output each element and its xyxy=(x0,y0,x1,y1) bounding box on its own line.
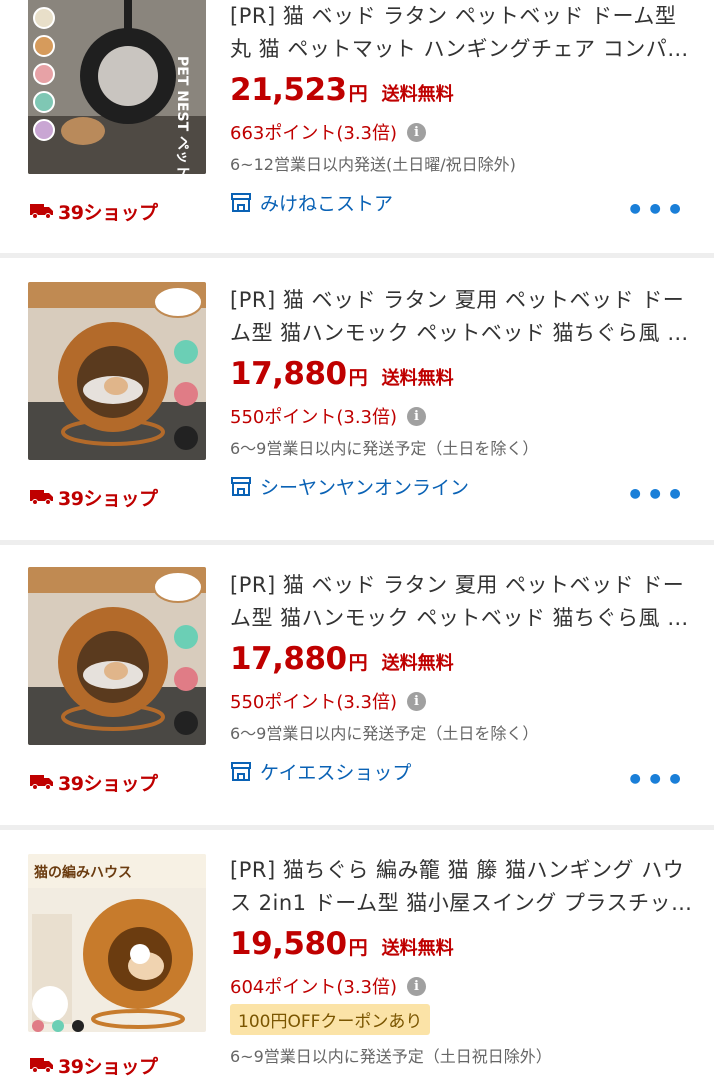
product-title[interactable]: [PR] 猫 ベッド ラタン 夏用 ペットベッド ドーム型 猫ハンモック ペット… xyxy=(230,569,694,635)
points: 604ポイント(3.3倍) xyxy=(230,977,398,998)
price: 17,880 xyxy=(230,641,347,677)
free-shipping: 送料無料 xyxy=(381,84,454,105)
points-row: 604ポイント(3.3倍) i xyxy=(230,970,694,1002)
shop-row[interactable]: シーヤンヤンオンライン xyxy=(230,468,694,504)
info-icon[interactable]: i xyxy=(407,691,427,711)
points-row: 663ポイント(3.3倍) i xyxy=(230,116,694,148)
price: 21,523 xyxy=(230,72,347,108)
product-info: [PR] 猫 ベッド ラタン 夏用 ペットベッド ドーム型 猫ハンモック ペット… xyxy=(230,284,694,504)
currency: 円 xyxy=(348,83,368,105)
price-row: 17,880 円 送料無料 xyxy=(230,356,694,400)
product-card[interactable]: 39ショップ [PR] 猫 ベッド ラタン 夏用 ペットベッド ドーム型 猫ハン… xyxy=(0,545,714,825)
points-row: 550ポイント(3.3倍) i xyxy=(230,685,694,717)
product-title[interactable]: [PR] 猫 ベッド ラタン 夏用 ペットベッド ドーム型 猫ハンモック ペット… xyxy=(230,284,694,350)
badge-label: 39ショップ xyxy=(58,772,158,795)
shop-39-badge: 39ショップ xyxy=(30,1052,158,1078)
delivery-info: 6~12営業日以内発送(土日曜/祝日除外) xyxy=(230,155,516,174)
product-image[interactable]: 猫の編みハウス xyxy=(28,854,206,1032)
shop-name[interactable]: みけねこストア xyxy=(260,189,393,216)
product-card[interactable]: 猫の編みハウス 39ショップ [PR] 猫ちぐら 編み籠 猫 籐 猫ハンギング … xyxy=(0,830,714,1080)
product-card[interactable]: 39ショップ [PR] 猫 ベッド ラタン 夏用 ペットベッド ドーム型 猫ハン… xyxy=(0,258,714,540)
badge-label: 39ショップ xyxy=(58,1055,158,1078)
product-image-text: 猫の編みハウス xyxy=(34,864,132,881)
product-image[interactable]: PET NEST ペットハウス xyxy=(28,0,206,174)
info-icon[interactable]: i xyxy=(407,122,427,142)
product-info: [PR] 猫 ベッド ラタン 夏用 ペットベッド ドーム型 猫ハンモック ペット… xyxy=(230,569,694,789)
shop-39-badge: 39ショップ xyxy=(30,484,158,510)
store-icon xyxy=(231,762,251,781)
price: 19,580 xyxy=(230,926,347,962)
points: 663ポイント(3.3倍) xyxy=(230,123,398,144)
shop-row[interactable]: ケイエスショップ xyxy=(230,753,694,789)
delivery-info: 6～9営業日以内に発送予定（土日を除く） xyxy=(230,439,539,458)
currency: 円 xyxy=(348,367,368,389)
price: 17,880 xyxy=(230,356,347,392)
free-shipping: 送料無料 xyxy=(381,938,454,959)
points-row: 550ポイント(3.3倍) i xyxy=(230,400,694,432)
store-icon xyxy=(231,193,251,212)
product-title[interactable]: [PR] 猫 ベッド ラタン ペットベッド ドーム型 丸 猫 ペットマット ハン… xyxy=(230,0,694,66)
delivery-info: 6～9営業日以内に発送予定（土日を除く） xyxy=(230,724,539,743)
currency: 円 xyxy=(348,652,368,674)
price-row: 21,523 円 送料無料 xyxy=(230,72,694,116)
truck-icon xyxy=(30,1058,53,1073)
coupon-row: 100円OFFクーポンあり xyxy=(230,1002,694,1040)
product-image[interactable] xyxy=(28,567,206,745)
more-options-button[interactable]: ••• xyxy=(626,766,686,794)
info-icon[interactable]: i xyxy=(407,976,427,996)
free-shipping: 送料無料 xyxy=(381,368,454,389)
points: 550ポイント(3.3倍) xyxy=(230,692,398,713)
shop-row[interactable]: みけねこストア xyxy=(230,184,694,220)
product-info: [PR] 猫ちぐら 編み籠 猫 籐 猫ハンギング ハウス 2in1 ドーム型 猫… xyxy=(230,854,694,1070)
truck-icon xyxy=(30,490,53,505)
free-shipping: 送料無料 xyxy=(381,653,454,674)
shop-39-badge: 39ショップ xyxy=(30,198,158,224)
coupon-badge[interactable]: 100円OFFクーポンあり xyxy=(230,1004,431,1035)
more-options-button[interactable]: ••• xyxy=(626,481,686,509)
store-icon xyxy=(231,477,251,496)
badge-label: 39ショップ xyxy=(58,201,158,224)
info-icon[interactable]: i xyxy=(407,406,427,426)
price-row: 17,880 円 送料無料 xyxy=(230,641,694,685)
points: 550ポイント(3.3倍) xyxy=(230,407,398,428)
truck-icon xyxy=(30,775,53,790)
product-card[interactable]: PET NEST ペットハウス 39ショップ [PR] 猫 ベッド ラタン ペッ… xyxy=(0,0,714,253)
delivery-info: 6~9営業日以内に発送予定（土日祝日除外） xyxy=(230,1047,552,1066)
product-title[interactable]: [PR] 猫ちぐら 編み籠 猫 籐 猫ハンギング ハウス 2in1 ドーム型 猫… xyxy=(230,854,694,920)
product-image[interactable] xyxy=(28,282,206,460)
more-options-button[interactable]: ••• xyxy=(626,196,686,224)
shop-39-badge: 39ショップ xyxy=(30,769,158,795)
currency: 円 xyxy=(348,937,368,959)
truck-icon xyxy=(30,204,53,219)
shop-name[interactable]: シーヤンヤンオンライン xyxy=(260,473,469,500)
product-info: [PR] 猫 ベッド ラタン ペットベッド ドーム型 丸 猫 ペットマット ハン… xyxy=(230,0,694,220)
shop-name[interactable]: ケイエスショップ xyxy=(260,758,411,785)
badge-label: 39ショップ xyxy=(58,487,158,510)
product-image-text: PET NEST ペットハウス xyxy=(174,56,190,174)
price-row: 19,580 円 送料無料 xyxy=(230,926,694,970)
